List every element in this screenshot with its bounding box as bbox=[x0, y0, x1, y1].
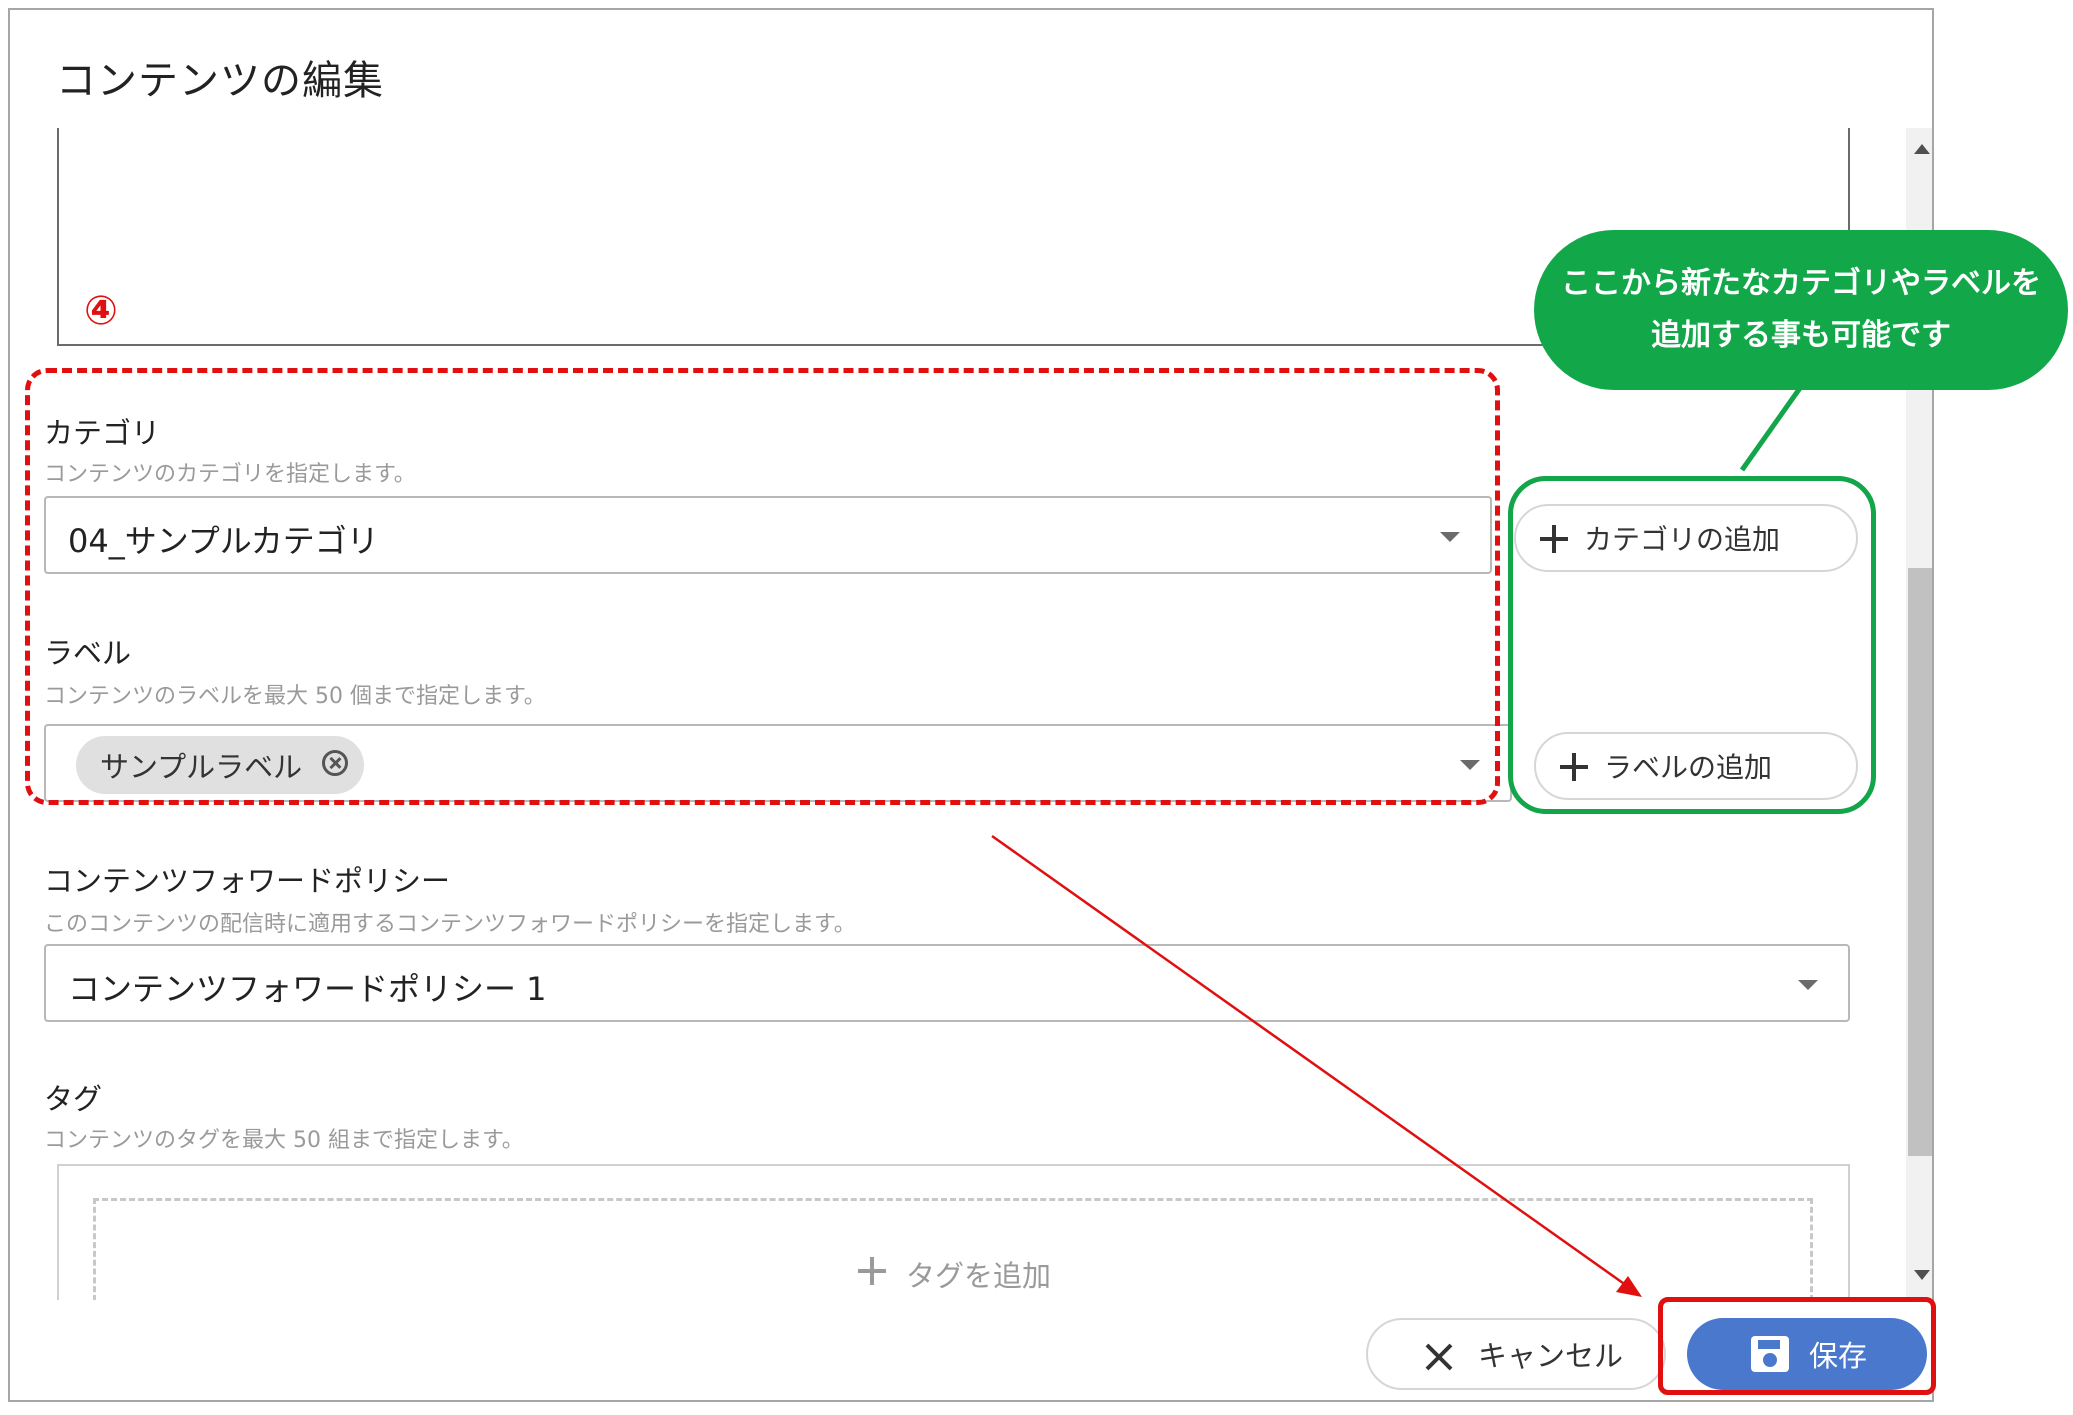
tag-label: タグ bbox=[44, 1082, 103, 1116]
caret-down-icon bbox=[1798, 980, 1818, 990]
annotation-save-highlight bbox=[1658, 1297, 1936, 1395]
scroll-down-icon[interactable] bbox=[1914, 1270, 1930, 1280]
annotation-step-number: ④ bbox=[84, 288, 118, 334]
add-tag-button[interactable]: タグを追加 bbox=[858, 1253, 1051, 1295]
dialog-title: コンテンツの編集 bbox=[56, 58, 384, 104]
tag-help: コンテンツのタグを最大 50 組まで指定します。 bbox=[44, 1128, 524, 1153]
plus-icon bbox=[858, 1257, 886, 1285]
tag-area: タグを追加 bbox=[57, 1164, 1850, 1300]
tag-dropzone[interactable]: タグを追加 bbox=[93, 1198, 1813, 1300]
scroll-up-icon[interactable] bbox=[1914, 144, 1930, 154]
annotation-red-dashed-frame bbox=[25, 368, 1500, 805]
callout-line-2: 追加する事も可能です bbox=[1651, 318, 1951, 353]
policy-select[interactable]: コンテンツフォワードポリシー 1 bbox=[44, 944, 1850, 1022]
callout-line-1: ここから新たなカテゴリやラベルを bbox=[1561, 266, 2041, 301]
close-icon bbox=[1424, 1342, 1454, 1372]
screenshot-root: コンテンツの編集 カテゴリ コンテンツのカテゴリを指定します。 04_サンプルカ… bbox=[0, 0, 2073, 1415]
cancel-button[interactable]: キャンセル bbox=[1366, 1318, 1666, 1390]
annotation-callout-bubble: ここから新たなカテゴリやラベルを 追加する事も可能です bbox=[1534, 230, 2068, 390]
policy-select-value: コンテンツフォワードポリシー 1 bbox=[68, 970, 547, 1008]
annotation-green-frame bbox=[1508, 476, 1876, 814]
cancel-button-label: キャンセル bbox=[1478, 1339, 1624, 1373]
policy-label: コンテンツフォワードポリシー bbox=[44, 864, 451, 898]
policy-help: このコンテンツの配信時に適用するコンテンツフォワードポリシーを指定します。 bbox=[44, 912, 856, 937]
add-tag-label: タグを追加 bbox=[906, 1259, 1052, 1293]
scroll-thumb[interactable] bbox=[1908, 568, 1932, 1156]
